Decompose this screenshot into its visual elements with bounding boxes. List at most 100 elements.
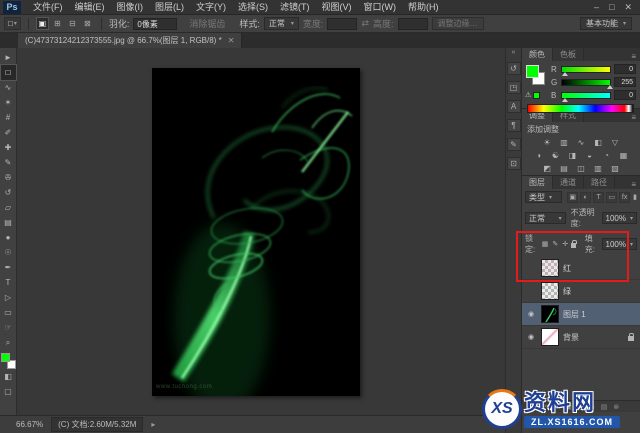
add-selection-button[interactable]: ⊞ — [51, 17, 64, 30]
selective-color-icon[interactable]: ▧ — [609, 163, 622, 174]
foreground-color-swatch[interactable] — [0, 353, 10, 362]
quick-mask-button[interactable]: ◧ — [1, 369, 16, 384]
filter-type-icon[interactable]: T — [593, 191, 605, 203]
menu-item[interactable]: 视图(V) — [316, 0, 358, 15]
screen-mode-button[interactable]: ▢ — [1, 384, 16, 399]
rectangular-marquee-tool[interactable]: □ — [0, 64, 17, 81]
foreground-color-well[interactable] — [526, 65, 539, 78]
color-balance-icon[interactable]: ☯ — [549, 150, 562, 161]
levels-icon[interactable]: ▥ — [558, 137, 571, 148]
threshold-icon[interactable]: ◫ — [575, 163, 588, 174]
tab-close-icon[interactable]: ✕ — [228, 36, 235, 45]
width-input[interactable] — [327, 17, 358, 30]
eyedropper-tool[interactable]: ✐ — [1, 125, 16, 140]
collapse-panels-icon[interactable]: « — [512, 49, 516, 56]
new-selection-button[interactable]: ▣ — [35, 17, 49, 30]
dodge-tool[interactable]: ☉ — [1, 245, 16, 260]
paragraph-panel-icon[interactable]: ¶ — [506, 119, 521, 132]
brightness-contrast-icon[interactable]: ☀ — [541, 137, 554, 148]
tab-paths[interactable]: 路径 — [584, 176, 615, 189]
invert-icon[interactable]: ◩ — [541, 163, 554, 174]
close-button[interactable]: ✕ — [624, 2, 632, 13]
layer-row-background[interactable]: ◉ 背景 — [522, 326, 640, 349]
brush-tool[interactable]: ✎ — [1, 155, 16, 170]
menu-item[interactable]: 图层(L) — [149, 0, 190, 15]
layer-thumbnail[interactable] — [541, 305, 559, 323]
filter-toggle-icon[interactable]: ▮ — [633, 193, 637, 201]
eraser-tool[interactable]: ▱ — [1, 200, 16, 215]
visibility-toggle[interactable]: ◉ — [525, 333, 537, 341]
color-spectrum-ramp[interactable] — [527, 104, 634, 113]
gamut-warning[interactable]: ⚠ — [525, 91, 541, 99]
feather-input[interactable]: 0像素 — [133, 17, 178, 30]
layer-row-layer1[interactable]: ◉ 图层 1 — [522, 303, 640, 326]
path-selection-tool[interactable]: ▷ — [1, 290, 16, 305]
intersect-selection-button[interactable]: ⊠ — [81, 17, 94, 30]
character-panel-icon[interactable]: A — [506, 100, 521, 113]
tab-layers[interactable]: 图层 — [522, 176, 553, 189]
status-menu-icon[interactable]: ▸ — [151, 420, 155, 429]
layer-name[interactable]: 绿 — [563, 286, 571, 297]
clone-source-panel-icon[interactable]: ⊡ — [506, 157, 521, 170]
blend-mode-select[interactable]: 正常 ▾ — [525, 212, 566, 224]
properties-panel-icon[interactable]: ◳ — [506, 81, 521, 94]
red-value[interactable]: 0 — [614, 64, 636, 74]
tab-swatches[interactable]: 色板 — [553, 48, 584, 61]
menu-item[interactable]: 帮助(H) — [402, 0, 445, 15]
panel-menu-icon[interactable]: ≡ — [631, 113, 640, 122]
filter-adjustment-icon[interactable]: ◐ — [580, 191, 592, 203]
antialias-checkbox-label[interactable]: 消除锯齿 — [189, 17, 225, 30]
tool-preset-picker[interactable]: □ ▾ — [4, 17, 21, 30]
lock-all-icon[interactable] — [571, 240, 577, 248]
subtract-selection-button[interactable]: ⊟ — [66, 17, 79, 30]
layer-thumbnail[interactable] — [541, 328, 559, 346]
brush-panel-icon[interactable]: ✎ — [506, 138, 521, 151]
clone-stamp-tool[interactable]: ✇ — [1, 170, 16, 185]
layer-name[interactable]: 图层 1 — [563, 309, 586, 320]
blue-value[interactable]: 0 — [614, 90, 636, 100]
layer-filter-select[interactable]: 类型 ▾ — [525, 191, 563, 203]
history-panel-icon[interactable]: ↺ — [506, 62, 521, 75]
height-input[interactable] — [397, 17, 428, 30]
layer-row-green[interactable]: 绿 — [522, 280, 640, 303]
crop-tool[interactable]: # — [1, 110, 16, 125]
exposure-icon[interactable]: ◧ — [592, 137, 605, 148]
color-lookup-icon[interactable]: ▦ — [617, 150, 630, 161]
filter-group-icon[interactable]: ▭ — [606, 191, 618, 203]
green-slider[interactable] — [561, 78, 614, 89]
menu-item[interactable]: 文字(Y) — [190, 0, 232, 15]
zoom-level[interactable]: 66.67% — [16, 420, 43, 429]
gradient-tool[interactable]: ▤ — [1, 215, 16, 230]
panel-menu-icon[interactable]: ≡ — [631, 180, 640, 189]
lock-transparent-icon[interactable]: ▦ — [542, 240, 549, 248]
menu-item[interactable]: 窗口(W) — [358, 0, 403, 15]
vibrance-icon[interactable]: ▽ — [609, 137, 622, 148]
filter-pixel-icon[interactable]: ▣ — [567, 191, 579, 203]
layer-thumbnail[interactable] — [541, 259, 559, 277]
filter-effects-icon[interactable]: fx — [619, 191, 631, 203]
healing-brush-tool[interactable]: ✚ — [1, 140, 16, 155]
workspace-switcher[interactable]: 基本功能 ▾ — [579, 17, 632, 30]
lock-position-icon[interactable]: ✛ — [562, 240, 568, 248]
layer-thumbnail[interactable] — [541, 282, 559, 300]
tab-channels[interactable]: 通道 — [553, 176, 584, 189]
lock-pixels-icon[interactable]: ✎ — [552, 240, 558, 248]
blue-slider[interactable] — [561, 91, 611, 102]
hand-tool[interactable]: ☞ — [1, 320, 16, 335]
blur-tool[interactable]: ● — [1, 230, 16, 245]
opacity-select[interactable]: 100% ▾ — [601, 212, 637, 224]
shape-tool[interactable]: ▭ — [1, 305, 16, 320]
curves-icon[interactable]: ∿ — [575, 137, 588, 148]
layer-name[interactable]: 红 — [563, 263, 571, 274]
document-tab[interactable]: (C)47373124212373555.jpg @ 66.7%(图层 1, R… — [18, 33, 243, 48]
channel-mixer-icon[interactable]: ◔ — [600, 150, 613, 161]
visibility-toggle[interactable]: ◉ — [525, 310, 537, 318]
zoom-tool[interactable]: ⌕ — [1, 335, 16, 350]
red-slider[interactable] — [561, 65, 611, 76]
layer-row-red[interactable]: 红 — [522, 257, 640, 280]
color-swatch-group[interactable] — [0, 353, 16, 369]
menu-item[interactable]: 文件(F) — [27, 0, 69, 15]
black-white-icon[interactable]: ◨ — [566, 150, 579, 161]
history-brush-tool[interactable]: ↺ — [1, 185, 16, 200]
hue-saturation-icon[interactable]: ◑ — [532, 150, 545, 161]
